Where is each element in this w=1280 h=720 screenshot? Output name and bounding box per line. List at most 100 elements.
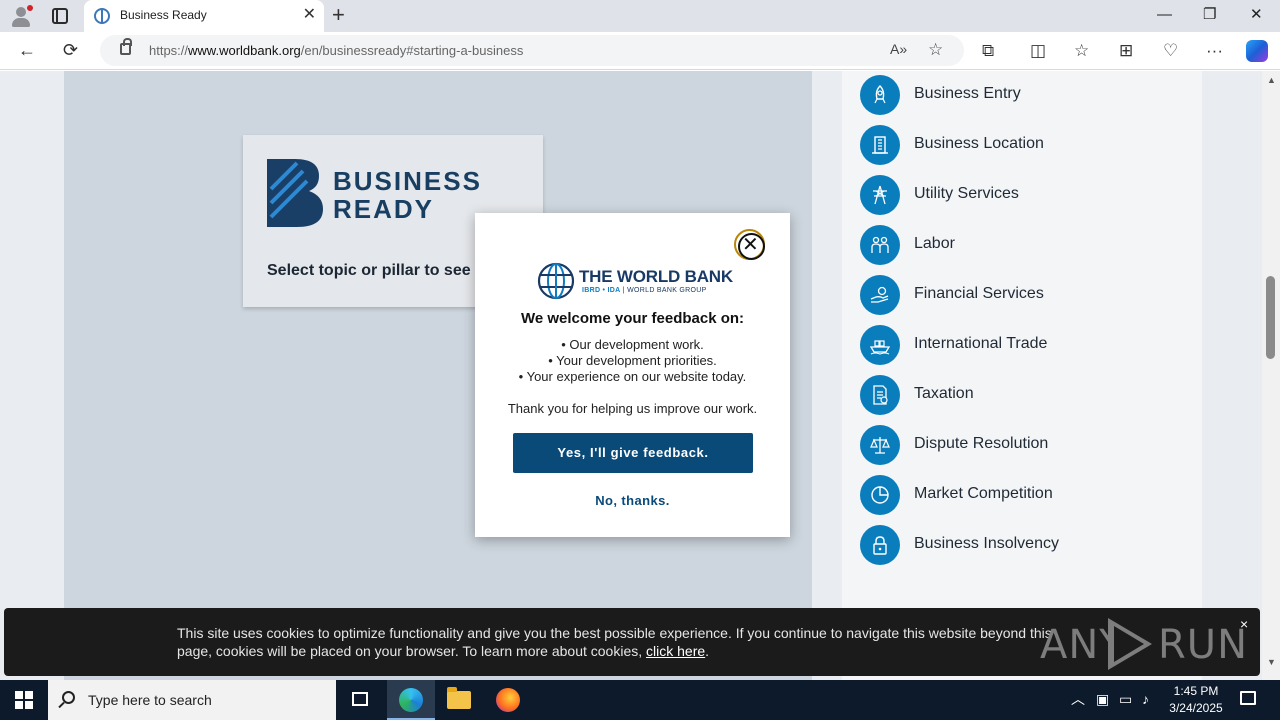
list-item: • Your experience on our website today. [518, 369, 747, 384]
url-field[interactable]: https://www.worldbank.org/en/businessrea… [100, 35, 964, 66]
file-explorer-icon [447, 687, 471, 709]
search-icon [62, 691, 75, 704]
favorites-icon[interactable]: ☆ [1074, 41, 1089, 61]
taskbar-file-explorer-button[interactable] [435, 680, 483, 720]
modal-thanks-text: Thank you for helping us improve our wor… [507, 401, 758, 416]
world-bank-globe-icon [537, 262, 575, 300]
play-icon [1108, 618, 1152, 670]
edge-browser-icon [399, 688, 423, 712]
scales-icon [860, 425, 900, 465]
topic-label: Labor [914, 235, 955, 252]
world-bank-name: THE WORLD BANK [579, 267, 733, 286]
split-screen-icon[interactable]: ◫ [1030, 41, 1046, 61]
window-close-button[interactable]: ✕ [1250, 6, 1263, 24]
cookie-learn-more-link[interactable]: click here [646, 643, 705, 659]
url-text[interactable]: https://www.worldbank.org/en/businessrea… [149, 43, 523, 58]
select-topic-prompt: Select topic or pillar to see data [267, 262, 499, 279]
list-item: • Your development priorities. [548, 353, 717, 368]
modal-close-button[interactable]: ✕ [734, 229, 765, 260]
settings-menu-icon[interactable]: ··· [1206, 41, 1223, 61]
restore-button[interactable]: ❐ [1203, 6, 1216, 24]
ship-icon [860, 325, 900, 365]
favorite-star-icon[interactable]: ☆ [928, 40, 943, 60]
feedback-modal: ✕ THE WORLD BANK IBRD • IDA | WORLD BANK… [475, 213, 790, 537]
building-icon [860, 125, 900, 165]
taskbar-search-box[interactable]: Type here to search [48, 680, 336, 720]
scroll-up-arrow-icon[interactable]: ▲ [1267, 75, 1276, 85]
topic-utility-services[interactable]: Utility Services [860, 175, 1160, 215]
anyrun-watermark-logo: ANY RUN [1040, 616, 1247, 670]
tray-chevron-icon[interactable]: ︿ [1071, 691, 1085, 707]
topic-business-insolvency[interactable]: Business Insolvency [860, 525, 1160, 565]
topic-international-trade[interactable]: International Trade [860, 325, 1160, 365]
workers-icon [860, 225, 900, 265]
rocket-icon [860, 75, 900, 115]
copilot-icon[interactable] [1246, 40, 1268, 62]
topic-label: Business Entry [914, 85, 1021, 102]
topic-business-location[interactable]: Business Location [860, 125, 1160, 165]
scroll-down-arrow-icon[interactable]: ▼ [1267, 657, 1276, 667]
taskbar-clock[interactable]: 1:45 PM 3/24/2025 [1160, 683, 1232, 717]
topic-label: Taxation [914, 385, 974, 402]
no-thanks-link[interactable]: No, thanks. [475, 493, 790, 508]
topic-label: Financial Services [914, 285, 1044, 302]
profile-icon[interactable] [10, 5, 33, 27]
taskbar-edge-button[interactable] [387, 680, 435, 720]
topic-market-competition[interactable]: Market Competition [860, 475, 1160, 515]
pie-chart-icon [860, 475, 900, 515]
topic-label: Market Competition [914, 485, 1053, 502]
list-item: • Our development work. [561, 337, 704, 352]
topic-label: Business Insolvency [914, 535, 1059, 552]
tray-device-icon[interactable]: ▣ [1096, 691, 1109, 707]
extensions-icon[interactable]: ⧉ [982, 41, 994, 61]
hand-money-icon [860, 275, 900, 315]
back-button[interactable]: ← [18, 40, 36, 60]
close-icon: ✕ [742, 234, 759, 256]
windows-start-icon[interactable] [15, 691, 33, 709]
topic-label: Utility Services [914, 185, 1019, 202]
business-ready-logo-icon [267, 159, 323, 227]
cookie-close-icon[interactable]: × [1240, 616, 1248, 632]
taskbar-firefox-button[interactable] [484, 680, 532, 720]
windows-taskbar: Type here to search ︿ ▣ ▭ ♪ 1:45 PM 3/24… [0, 680, 1280, 720]
topic-financial-services[interactable]: Financial Services [860, 275, 1160, 315]
firefox-icon [496, 688, 520, 712]
scrollbar-thumb[interactable] [1266, 276, 1275, 359]
tax-document-icon [860, 375, 900, 415]
network-icon[interactable]: ▭ [1119, 691, 1132, 707]
feedback-topics-list: • Our development work. • Your developme… [475, 337, 790, 385]
cookie-text: This site uses cookies to optimize funct… [177, 625, 1052, 659]
topic-label: International Trade [914, 335, 1048, 352]
topic-labor[interactable]: Labor [860, 225, 1160, 265]
search-placeholder: Type here to search [88, 692, 212, 708]
browser-essentials-icon[interactable]: ♡ [1163, 41, 1178, 61]
browser-tab-bar: Business Ready ✕ + — ❐ ✕ [0, 0, 1280, 32]
tab-business-ready[interactable]: Business Ready ✕ [84, 0, 324, 32]
brand-wordmark: BUSINESS READY [333, 166, 482, 224]
tab-actions-icon[interactable] [52, 8, 68, 24]
refresh-button[interactable]: ⟳ [63, 40, 78, 60]
modal-heading: We welcome your feedback on: [520, 310, 745, 327]
topic-business-entry[interactable]: Business Entry [860, 75, 1160, 115]
minimize-button[interactable]: — [1157, 6, 1172, 24]
globe-icon [94, 8, 110, 24]
world-bank-subtitle: IBRD • IDA | WORLD BANK GROUP [582, 287, 707, 294]
lock-icon[interactable] [120, 38, 132, 55]
page-scrollbar[interactable]: ▲ ▼ [1262, 71, 1280, 680]
notifications-icon[interactable] [1240, 691, 1256, 705]
topic-label: Dispute Resolution [914, 435, 1049, 452]
cookie-banner: This site uses cookies to optimize funct… [4, 608, 1260, 676]
read-aloud-icon[interactable]: A» [890, 41, 907, 57]
topic-taxation[interactable]: Taxation [860, 375, 1160, 415]
new-tab-button[interactable]: + [332, 4, 345, 26]
topic-dispute-resolution[interactable]: Dispute Resolution [860, 425, 1160, 465]
collections-icon[interactable]: ⊞ [1119, 41, 1133, 61]
power-tower-icon [860, 175, 900, 215]
tab-close-icon[interactable]: ✕ [303, 6, 316, 24]
volume-icon[interactable]: ♪ [1142, 691, 1149, 707]
give-feedback-button[interactable]: Yes, I'll give feedback. [513, 433, 753, 473]
padlock-icon [860, 525, 900, 565]
tab-title: Business Ready [120, 8, 207, 22]
task-view-icon [352, 692, 368, 706]
task-view-button[interactable] [336, 680, 384, 720]
